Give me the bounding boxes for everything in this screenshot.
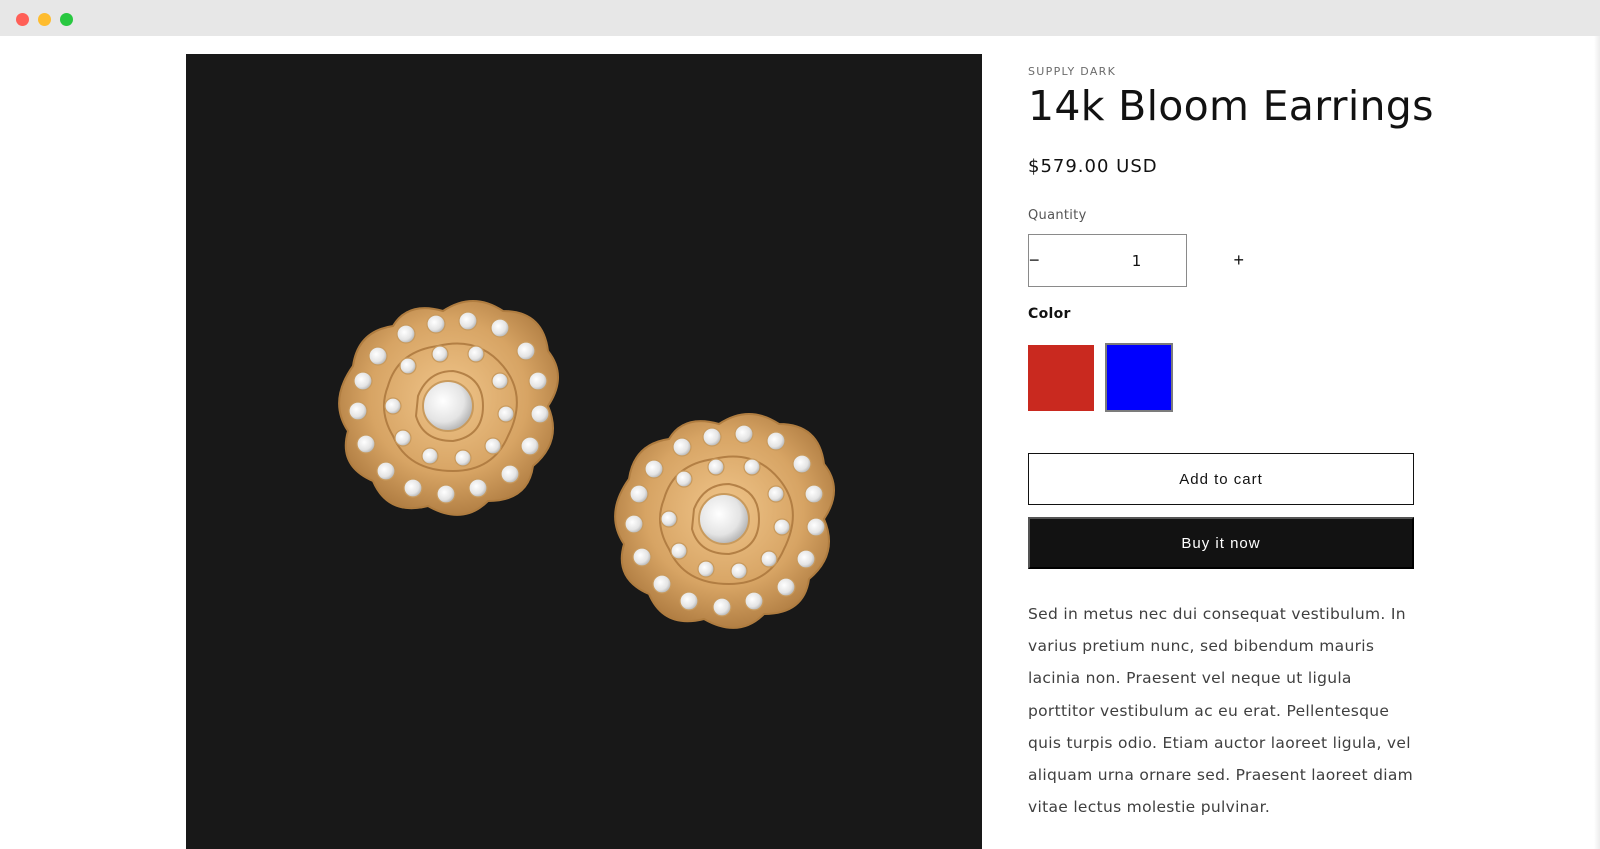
close-window-button[interactable] (16, 13, 29, 26)
buy-now-button[interactable]: Buy it now (1028, 517, 1414, 569)
product-description: Sed in metus nec dui consequat vestibulu… (1028, 605, 1414, 817)
maximize-window-button[interactable] (60, 13, 73, 26)
swatch-fill (1028, 345, 1094, 411)
product-image[interactable] (186, 54, 982, 849)
browser-title-bar (0, 0, 1600, 36)
color-label: Color (1028, 306, 1071, 322)
product-page: SUPPLY DARK 14k Bloom Earrings $579.00 U… (0, 36, 1600, 849)
scrollbar[interactable] (1594, 36, 1600, 849)
product-vendor: SUPPLY DARK (1028, 65, 1117, 78)
product-price: $579.00 USD (1028, 156, 1158, 177)
earrings-image (338, 300, 835, 629)
quantity-label: Quantity (1028, 208, 1087, 223)
product-title: 14k Bloom Earrings (1028, 82, 1434, 130)
color-swatch-red[interactable] (1028, 345, 1094, 411)
plus-icon: + (1233, 250, 1245, 270)
color-swatch-blue[interactable] (1105, 343, 1173, 412)
quantity-decrease-button[interactable]: − (1029, 235, 1040, 286)
swatch-fill (1107, 345, 1171, 410)
minus-icon: − (1029, 250, 1040, 270)
quantity-increase-button[interactable]: + (1234, 235, 1245, 286)
quantity-input[interactable] (1039, 235, 1234, 286)
quantity-stepper: − + (1028, 234, 1244, 287)
minimize-window-button[interactable] (38, 13, 51, 26)
add-to-cart-button[interactable]: Add to cart (1028, 453, 1414, 505)
